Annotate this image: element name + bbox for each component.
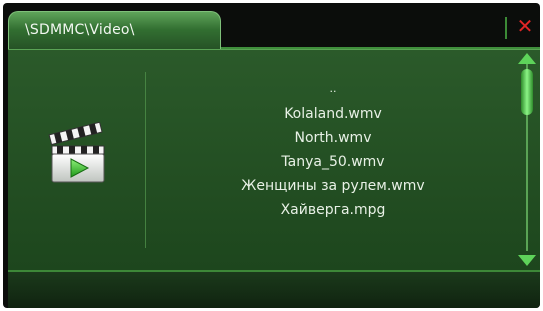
list-item[interactable]: Женщины за рулем.wmv — [148, 174, 518, 198]
bottom-bar — [8, 272, 540, 308]
list-item[interactable]: Kolaland.wmv — [148, 102, 518, 126]
panel-divider — [145, 72, 146, 248]
browser-panel: .. Kolaland.wmv North.wmv Tanya_50.wmv Ж… — [8, 49, 540, 270]
list-item[interactable]: Хайверга.mpg — [148, 198, 518, 222]
close-icon[interactable]: ✕ — [515, 16, 535, 36]
scrollbar-thumb[interactable] — [521, 69, 533, 115]
header-separator — [505, 17, 507, 39]
list-item[interactable]: Tanya_50.wmv — [148, 150, 518, 174]
file-list: .. Kolaland.wmv North.wmv Tanya_50.wmv Ж… — [148, 80, 518, 222]
scroll-up-arrow-icon[interactable] — [518, 53, 536, 64]
list-item-parent-dir[interactable]: .. — [148, 80, 518, 102]
file-browser-window: \SDMMC\Video\ ✕ .. Kolaland.wmv North.wm… — [3, 3, 540, 308]
video-clapperboard-icon — [48, 122, 105, 183]
path-tab[interactable]: \SDMMC\Video\ — [8, 11, 221, 51]
list-item[interactable]: North.wmv — [148, 126, 518, 150]
current-path: \SDMMC\Video\ — [25, 22, 135, 38]
scroll-down-arrow-icon[interactable] — [518, 255, 536, 266]
